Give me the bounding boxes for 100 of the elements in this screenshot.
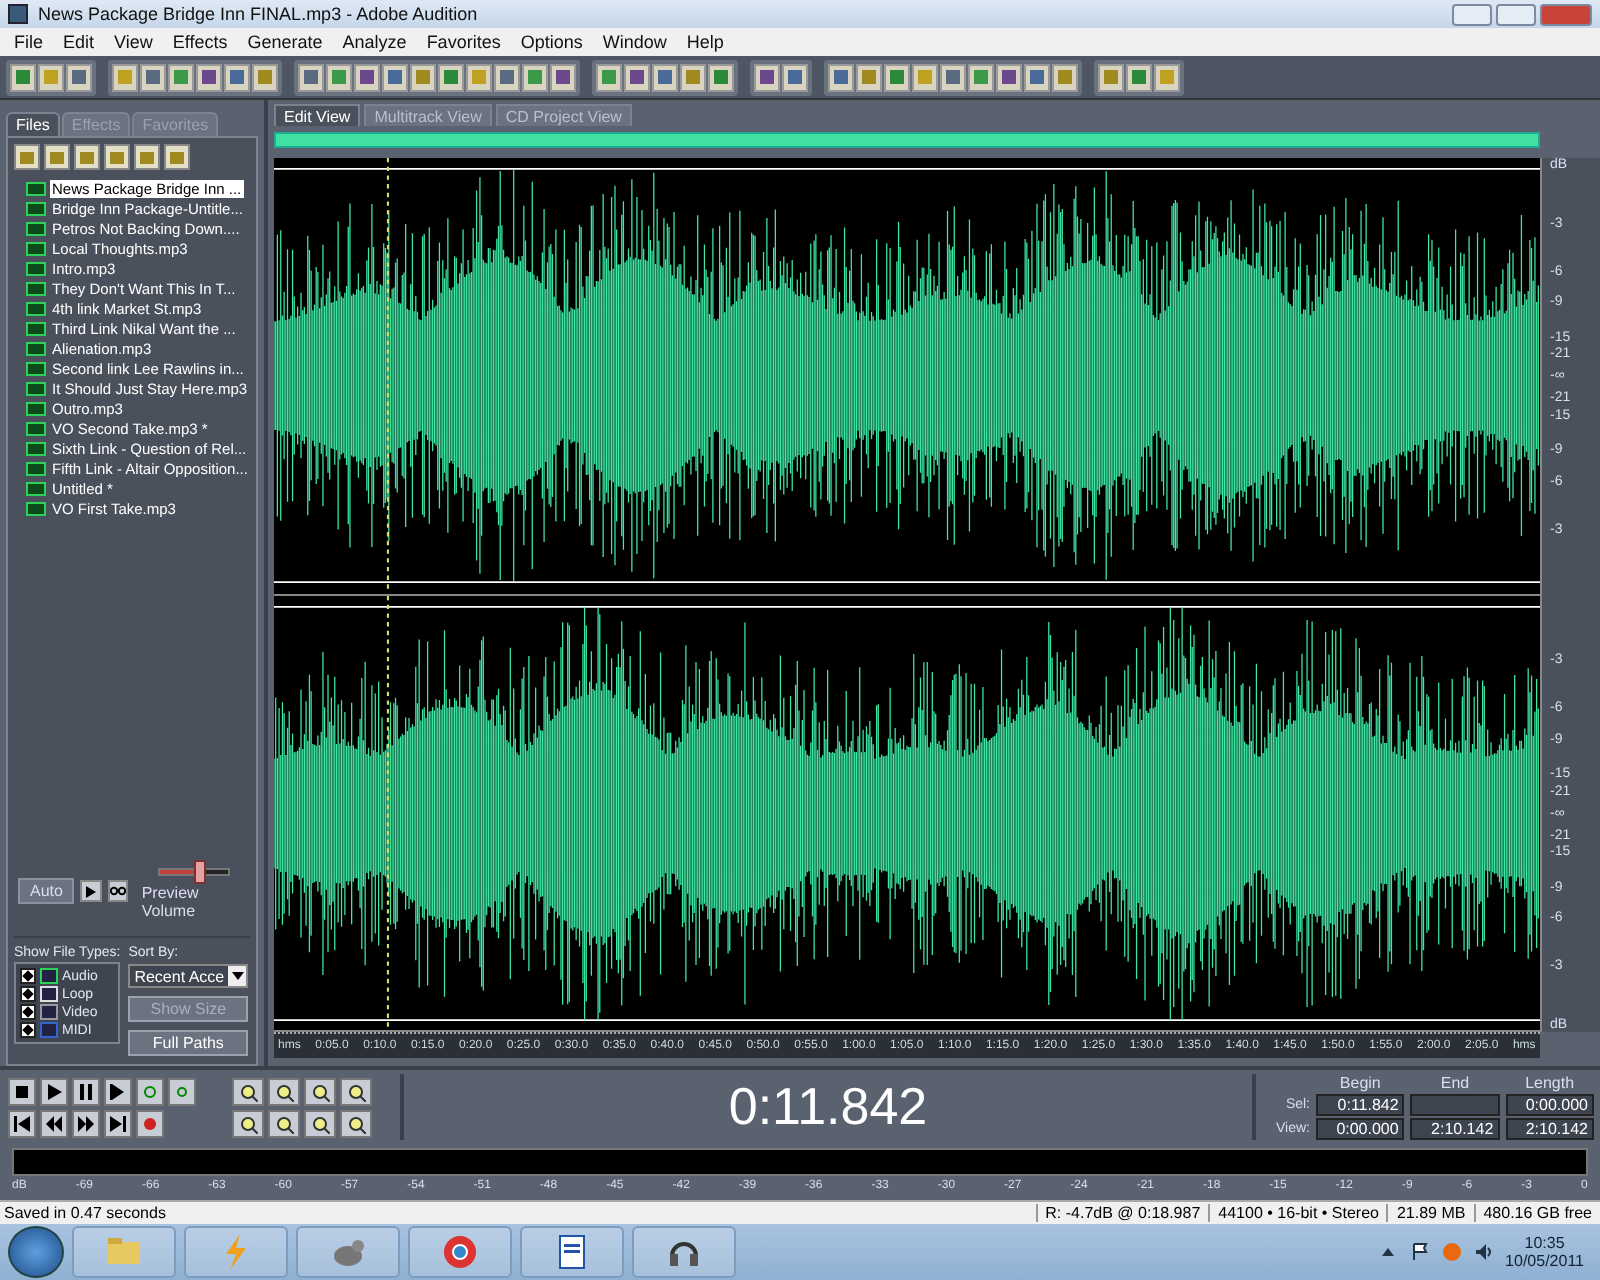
toolbar-button[interactable] [856, 63, 882, 91]
toolbar-button[interactable] [298, 63, 324, 91]
toolbar-button[interactable] [782, 63, 808, 91]
time-field[interactable]: 2:10.142 [1505, 1118, 1594, 1140]
menu-item[interactable]: Window [592, 32, 677, 52]
taskbar-button[interactable] [520, 1226, 624, 1278]
menu-item[interactable]: Generate [237, 32, 333, 52]
menu-item[interactable]: File [4, 32, 54, 52]
toolbar-button[interactable] [708, 63, 734, 91]
zoom-button[interactable] [340, 1078, 372, 1106]
sort-dropdown[interactable]: Recent Acce [128, 964, 249, 988]
zoom-button[interactable] [304, 1078, 336, 1106]
zoom-button[interactable] [232, 1110, 264, 1138]
taskbar-button[interactable] [632, 1226, 736, 1278]
zoom-button[interactable] [268, 1078, 300, 1106]
time-field[interactable]: 2:10.142 [1410, 1118, 1500, 1140]
zoom-button[interactable] [232, 1078, 264, 1106]
menu-item[interactable]: View [104, 32, 163, 52]
toolbar-button[interactable] [66, 63, 92, 91]
stop-button[interactable] [8, 1078, 36, 1106]
maximize-button[interactable] [1496, 3, 1536, 25]
clock-date[interactable]: 10/05/2011 [1505, 1252, 1584, 1270]
file-tool-button[interactable] [164, 144, 190, 170]
toolbar-button[interactable] [968, 63, 994, 91]
zoom-button[interactable] [304, 1110, 336, 1138]
play-button[interactable] [80, 880, 102, 902]
toolbar-button[interactable] [38, 63, 64, 91]
toolbar-button[interactable] [410, 63, 436, 91]
file-tool-button[interactable] [44, 144, 70, 170]
taskbar-button[interactable] [408, 1226, 512, 1278]
flag-icon[interactable] [1409, 1242, 1430, 1262]
play-to-end-button[interactable] [104, 1078, 132, 1106]
menu-item[interactable]: Effects [162, 32, 238, 52]
toolbar-button[interactable] [652, 63, 678, 91]
file-tool-button[interactable] [14, 144, 40, 170]
toolbar-button[interactable] [140, 63, 166, 91]
toolbar-button[interactable] [912, 63, 938, 91]
toolbar-button[interactable] [1098, 63, 1124, 91]
toolbar-button[interactable] [10, 63, 36, 91]
menu-item[interactable]: Favorites [416, 32, 511, 52]
toolbar-button[interactable] [522, 63, 548, 91]
start-button[interactable] [8, 1226, 64, 1278]
rewind-button[interactable] [40, 1110, 68, 1138]
fast-forward-button[interactable] [72, 1110, 100, 1138]
toolbar-button[interactable] [494, 63, 520, 91]
toolbar-button[interactable] [112, 63, 138, 91]
toolbar-button[interactable] [624, 63, 650, 91]
toolbar-button[interactable] [828, 63, 854, 91]
clock-time[interactable]: 10:35 [1524, 1234, 1565, 1252]
menu-item[interactable]: Analyze [332, 32, 417, 52]
go-to-start-button[interactable] [8, 1110, 36, 1138]
toolbar-button[interactable] [466, 63, 492, 91]
view-tab[interactable]: Edit View [274, 104, 361, 126]
zoom-button[interactable] [340, 1110, 372, 1138]
panel-tab[interactable]: Files [6, 112, 60, 136]
toolbar-button[interactable] [252, 63, 278, 91]
menu-item[interactable]: Help [676, 32, 734, 52]
toolbar-button[interactable] [1126, 63, 1152, 91]
toolbar-button[interactable] [1024, 63, 1050, 91]
toolbar-button[interactable] [1052, 63, 1078, 91]
play-button[interactable] [40, 1078, 68, 1106]
checkbox[interactable] [20, 1022, 36, 1038]
time-field[interactable] [1410, 1094, 1500, 1116]
file-tool-button[interactable] [104, 144, 130, 170]
time-field[interactable]: 0:00.000 [1505, 1094, 1594, 1116]
go-to-end-button[interactable] [104, 1110, 132, 1138]
toolbar-button[interactable] [550, 63, 576, 91]
toolbar-button[interactable] [596, 63, 622, 91]
panel-button[interactable]: Full Paths [128, 1030, 249, 1056]
toolbar-button[interactable] [438, 63, 464, 91]
toolbar-button[interactable] [224, 63, 250, 91]
toolbar-button[interactable] [196, 63, 222, 91]
toolbar-button[interactable] [940, 63, 966, 91]
checkbox[interactable] [20, 986, 36, 1002]
toolbar-button[interactable] [996, 63, 1022, 91]
minimize-button[interactable] [1452, 3, 1492, 25]
file-tool-button[interactable] [74, 144, 100, 170]
toolbar-button[interactable] [884, 63, 910, 91]
toolbar-button[interactable] [326, 63, 352, 91]
menu-item[interactable]: Edit [53, 32, 105, 52]
playhead-line[interactable] [386, 595, 389, 1030]
loop-button[interactable] [107, 880, 128, 902]
checkbox[interactable] [20, 1004, 36, 1020]
volume-icon[interactable] [1473, 1242, 1494, 1262]
toolbar-button[interactable] [354, 63, 380, 91]
toolbar-button[interactable] [680, 63, 706, 91]
auto-button[interactable]: Auto [18, 878, 75, 904]
slider-thumb[interactable] [194, 860, 207, 884]
file-tool-button[interactable] [134, 144, 160, 170]
checkbox[interactable] [20, 968, 36, 984]
toolbar-button[interactable] [382, 63, 408, 91]
time-field[interactable]: 0:11.842 [1316, 1094, 1405, 1116]
playhead-line[interactable] [386, 158, 389, 593]
toolbar-button[interactable] [168, 63, 194, 91]
close-button[interactable] [1540, 3, 1592, 25]
zoom-button[interactable] [268, 1110, 300, 1138]
menu-item[interactable]: Options [510, 32, 593, 52]
toolbar-button[interactable] [1154, 63, 1180, 91]
pause-button[interactable] [72, 1078, 100, 1106]
time-field[interactable]: 0:00.000 [1316, 1118, 1405, 1140]
